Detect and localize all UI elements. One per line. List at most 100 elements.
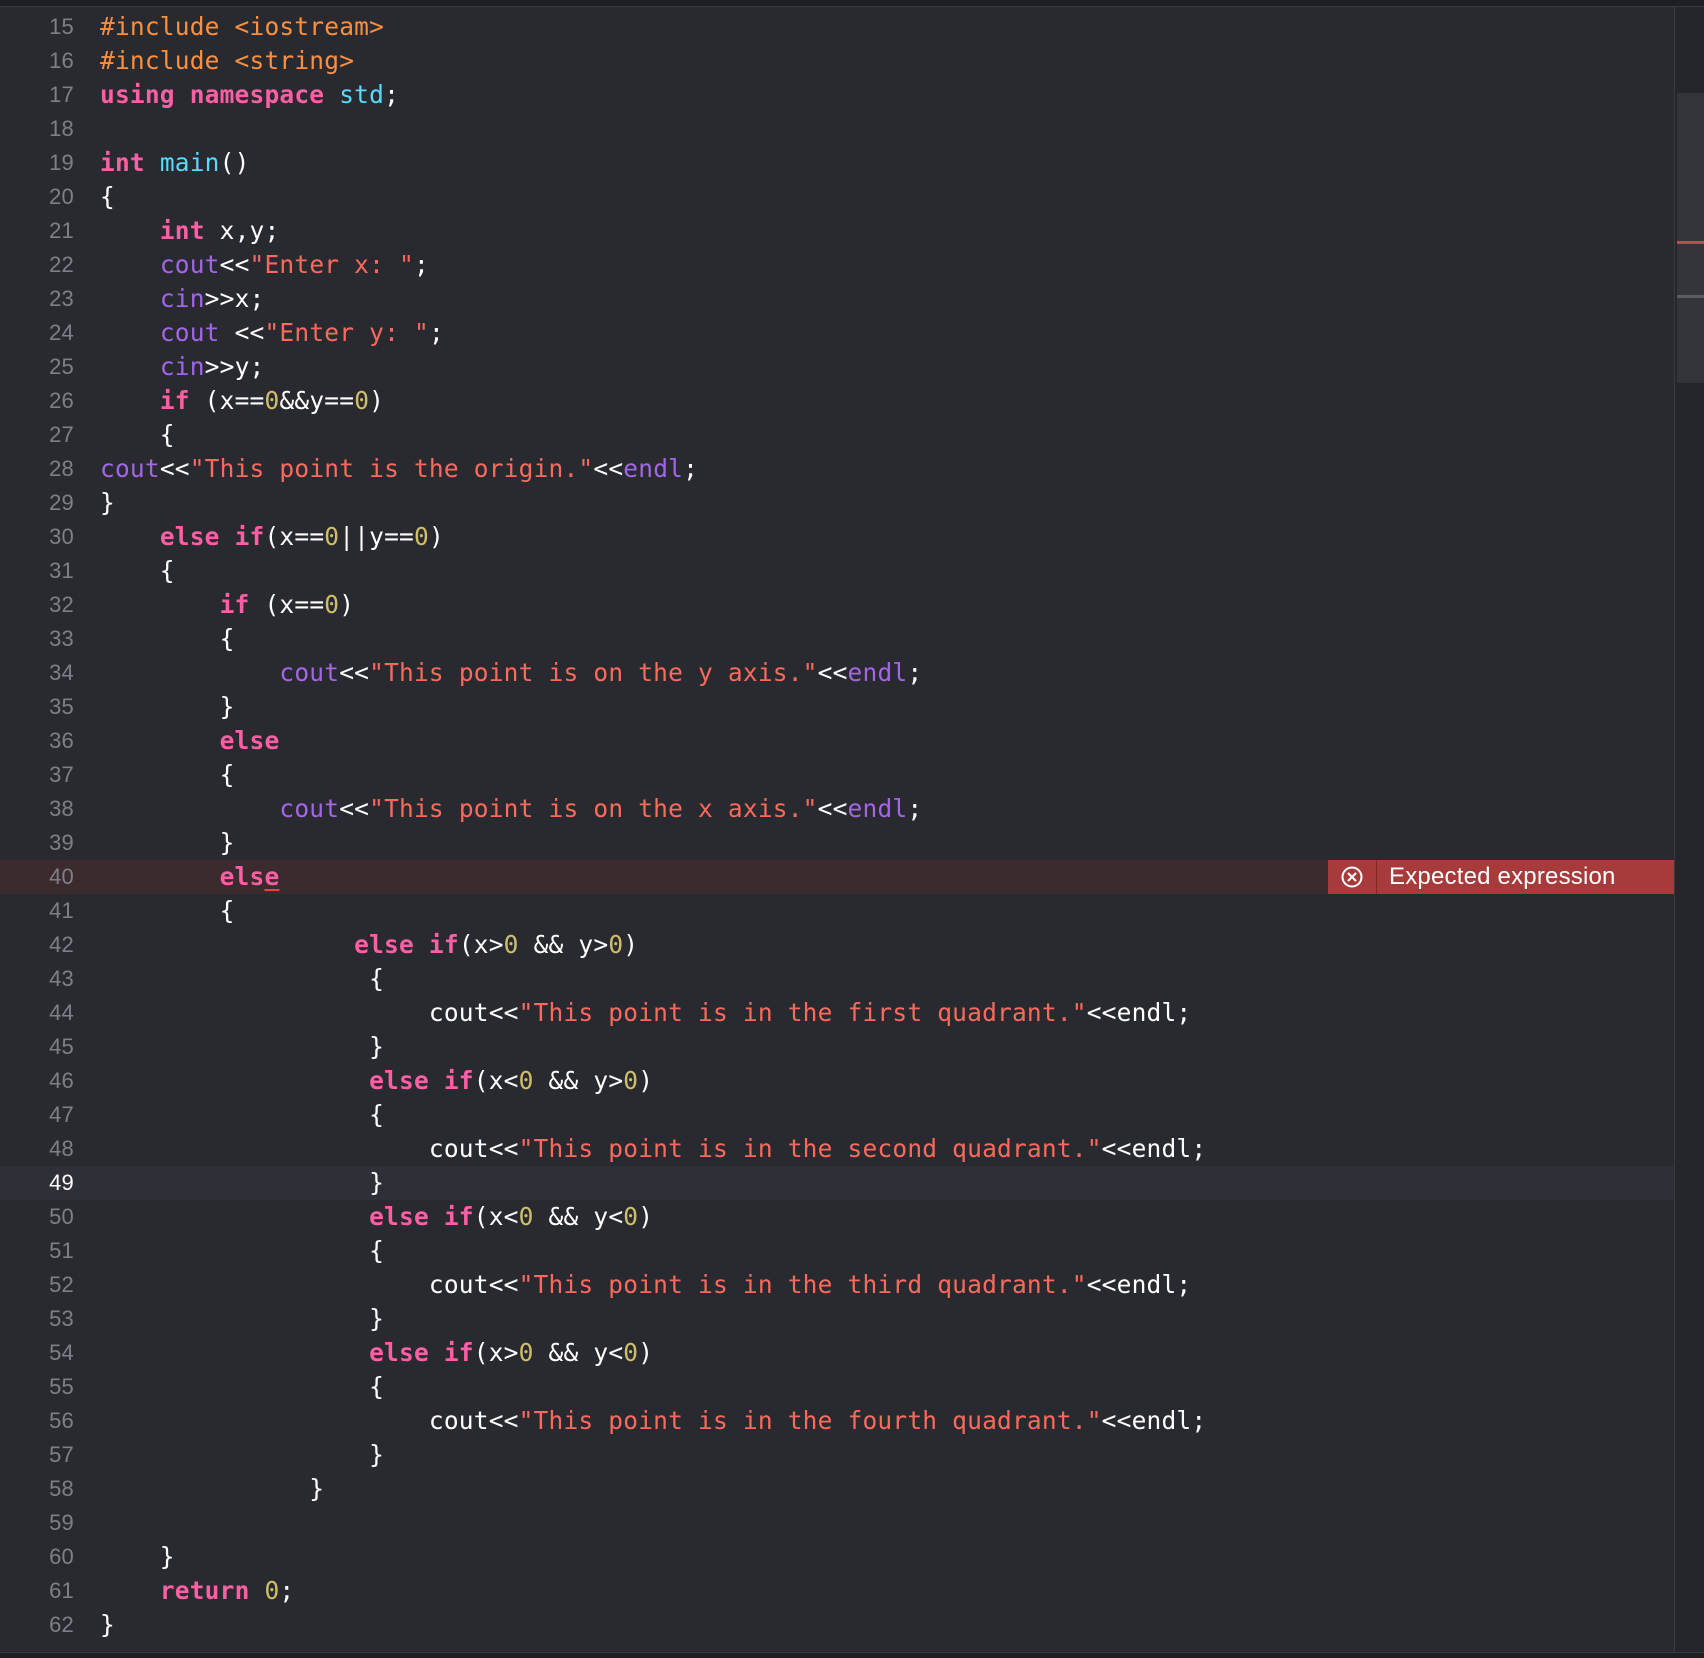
line-number[interactable]: 34 [0, 656, 74, 690]
code-line[interactable]: 27 { [0, 418, 1674, 452]
error-circle-x-icon[interactable] [1328, 860, 1377, 894]
code-line[interactable]: 55 { [0, 1370, 1674, 1404]
line-number[interactable]: 61 [0, 1574, 74, 1608]
line-number[interactable]: 60 [0, 1540, 74, 1574]
code-area[interactable]: 15 #include <iostream> 16 #include <string>… [0, 10, 1674, 1642]
code-line[interactable]: 36 else [0, 724, 1674, 758]
line-text[interactable]: else [100, 860, 280, 894]
line-text[interactable]: { [100, 894, 235, 928]
line-text[interactable]: } [100, 1608, 115, 1642]
line-text[interactable]: cout<<"This point is in the third quadra… [100, 1268, 1191, 1302]
line-number[interactable]: 48 [0, 1132, 74, 1166]
line-text[interactable]: { [100, 622, 235, 656]
code-line[interactable]: 38 cout<<"This point is on the x axis."<… [0, 792, 1674, 826]
code-line[interactable]: 57 } [0, 1438, 1674, 1472]
line-number[interactable]: 54 [0, 1336, 74, 1370]
code-line[interactable]: 44 cout<<"This point is in the first qua… [0, 996, 1674, 1030]
line-number[interactable]: 17 [0, 78, 74, 112]
line-text[interactable]: int main() [100, 146, 250, 180]
code-line[interactable]: 19 int main() [0, 146, 1674, 180]
line-text[interactable]: cout<<"This point is in the second quadr… [100, 1132, 1206, 1166]
line-number[interactable]: 62 [0, 1608, 74, 1642]
line-number[interactable]: 35 [0, 690, 74, 724]
code-line[interactable]: 60 } [0, 1540, 1674, 1574]
code-line[interactable]: 18 [0, 112, 1674, 146]
code-line[interactable]: 35 } [0, 690, 1674, 724]
code-line[interactable]: 48 cout<<"This point is in the second qu… [0, 1132, 1674, 1166]
line-text[interactable]: { [100, 180, 115, 214]
line-number[interactable]: 39 [0, 826, 74, 860]
code-line[interactable]: 46 else if(x<0 && y>0) [0, 1064, 1674, 1098]
line-number[interactable]: 26 [0, 384, 74, 418]
code-line[interactable]: 58 } [0, 1472, 1674, 1506]
line-number[interactable]: 58 [0, 1472, 74, 1506]
line-text[interactable]: else if(x<0 && y>0) [100, 1064, 653, 1098]
line-number[interactable]: 18 [0, 112, 74, 146]
line-number[interactable]: 36 [0, 724, 74, 758]
minimap-scrollbar[interactable] [1674, 7, 1704, 1652]
code-line[interactable]: 33 { [0, 622, 1674, 656]
line-number[interactable]: 56 [0, 1404, 74, 1438]
code-line[interactable]: 43 { [0, 962, 1674, 996]
line-text[interactable]: int x,y; [100, 214, 279, 248]
code-line[interactable]: 56 cout<<"This point is in the fourth qu… [0, 1404, 1674, 1438]
scroll-thumb[interactable] [1677, 93, 1704, 383]
code-line[interactable]: 42 else if(x>0 && y>0) [0, 928, 1674, 962]
code-line[interactable]: 30 else if(x==0||y==0) [0, 520, 1674, 554]
line-text[interactable]: return 0; [100, 1574, 294, 1608]
code-line[interactable]: 39 } [0, 826, 1674, 860]
line-text[interactable]: } [100, 1166, 384, 1200]
line-text[interactable]: { [100, 418, 175, 452]
line-number[interactable]: 57 [0, 1438, 74, 1472]
line-text[interactable]: cout<<"This point is on the y axis."<<en… [100, 656, 922, 690]
line-number[interactable]: 28 [0, 452, 74, 486]
line-text[interactable]: cout<<"This point is in the fourth quadr… [100, 1404, 1206, 1438]
code-line[interactable]: 21 int x,y; [0, 214, 1674, 248]
line-text[interactable]: } [100, 486, 115, 520]
code-line[interactable]: 41 { [0, 894, 1674, 928]
line-text[interactable]: } [100, 1472, 324, 1506]
code-line-error[interactable]: 40 else Expected expression [0, 860, 1674, 894]
line-number[interactable]: 15 [0, 10, 74, 44]
line-number[interactable]: 38 [0, 792, 74, 826]
line-number[interactable]: 40 [0, 860, 74, 894]
line-text[interactable]: cout<<"This point is on the x axis."<<en… [100, 792, 922, 826]
code-line[interactable]: 54 else if(x>0 && y<0) [0, 1336, 1674, 1370]
line-number[interactable]: 51 [0, 1234, 74, 1268]
line-number[interactable]: 41 [0, 894, 74, 928]
line-number[interactable]: 31 [0, 554, 74, 588]
code-line[interactable]: 25 cin>>y; [0, 350, 1674, 384]
line-text[interactable]: cout<<"This point is the origin."<<endl; [100, 452, 698, 486]
code-line[interactable]: 20 { [0, 180, 1674, 214]
line-text[interactable]: else if(x>0 && y<0) [100, 1336, 653, 1370]
line-text[interactable]: { [100, 1234, 384, 1268]
line-text[interactable]: { [100, 1370, 384, 1404]
line-number[interactable]: 30 [0, 520, 74, 554]
line-number[interactable]: 55 [0, 1370, 74, 1404]
code-line[interactable]: 26 if (x==0&&y==0) [0, 384, 1674, 418]
code-line[interactable]: 23 cin>>x; [0, 282, 1674, 316]
code-line[interactable]: 29} [0, 486, 1674, 520]
code-line[interactable]: 16 #include <string> [0, 44, 1674, 78]
line-number[interactable]: 47 [0, 1098, 74, 1132]
line-number[interactable]: 22 [0, 248, 74, 282]
code-line-current[interactable]: 49 } [0, 1166, 1674, 1200]
code-line[interactable]: 24 cout <<"Enter y: "; [0, 316, 1674, 350]
line-text[interactable]: { [100, 1098, 384, 1132]
line-text[interactable]: else [100, 724, 280, 758]
line-text[interactable]: } [100, 1302, 384, 1336]
line-text[interactable]: using namespace std; [100, 78, 399, 112]
line-text[interactable]: } [100, 1438, 384, 1472]
line-text[interactable]: cout<<"Enter x: "; [100, 248, 429, 282]
code-line[interactable]: 32 if (x==0) [0, 588, 1674, 622]
line-text[interactable]: cin>>y; [100, 350, 264, 384]
line-number[interactable]: 52 [0, 1268, 74, 1302]
line-number[interactable]: 19 [0, 146, 74, 180]
code-line[interactable]: 37 { [0, 758, 1674, 792]
code-line[interactable]: 22 cout<<"Enter x: "; [0, 248, 1674, 282]
line-text[interactable]: if (x==0) [100, 588, 354, 622]
line-text[interactable]: if (x==0&&y==0) [100, 384, 384, 418]
line-number[interactable]: 27 [0, 418, 74, 452]
line-number[interactable]: 32 [0, 588, 74, 622]
line-text[interactable]: #include <iostream> [100, 10, 384, 44]
